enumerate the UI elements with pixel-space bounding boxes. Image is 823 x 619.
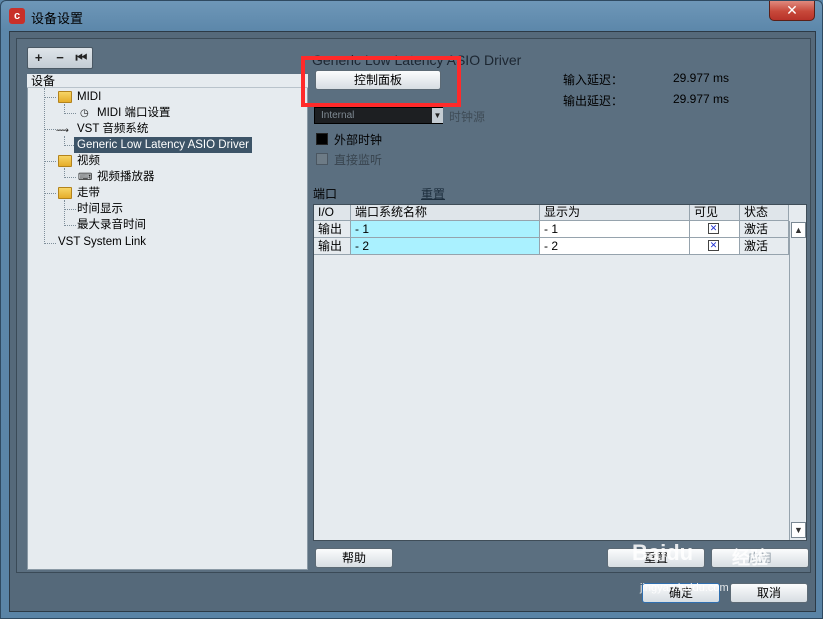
tree-toolbar: + − ⏮ [27, 47, 93, 69]
column-header-status[interactable]: 状态 [740, 205, 789, 221]
tree-connector [64, 209, 76, 210]
remove-device-button[interactable]: − [49, 48, 70, 68]
ports-label: 端口 [313, 187, 338, 201]
title-bar[interactable]: c 设备设置 ✕ [1, 1, 823, 31]
tree-connector [44, 129, 56, 130]
column-header-system-name[interactable]: 端口系统名称 [351, 205, 540, 221]
main-panel: + − ⏮ 设备 MIDI ◷ MIDI 端口设置 ⟿ VST 音频系统 Gen… [16, 38, 811, 573]
reset-device-button[interactable]: ⏮ [71, 48, 92, 68]
add-device-button[interactable]: + [28, 48, 49, 68]
scroll-up-icon[interactable]: ▲ [791, 222, 806, 238]
window-title: 设备设置 [31, 11, 84, 26]
dialog-body: + − ⏮ 设备 MIDI ◷ MIDI 端口设置 ⟿ VST 音频系统 Gen… [9, 31, 816, 612]
close-button[interactable]: ✕ [769, 1, 815, 21]
tree-item-video-player[interactable]: 视频播放器 [97, 169, 155, 185]
tree-connector [64, 200, 65, 226]
visible-checkbox[interactable]: ✕ [708, 240, 719, 251]
tree-item-asio-driver[interactable]: Generic Low Latency ASIO Driver [74, 137, 252, 153]
clock-source-select[interactable]: Internal [314, 107, 443, 124]
visible-checkbox[interactable]: ✕ [708, 223, 719, 234]
table-cell-io: 输出 [314, 238, 351, 255]
table-cell-status: 激活 [740, 221, 789, 238]
tree-item-midi-port-setup[interactable]: MIDI 端口设置 [97, 105, 170, 121]
highlight-box [301, 56, 461, 107]
output-latency-value: 29.977 ms [673, 92, 730, 106]
tree-item-vst-audio-system[interactable]: VST 音频系统 [77, 121, 148, 137]
app-icon: c [9, 8, 25, 24]
table-cell-status: 激活 [740, 238, 789, 255]
tree-item-video[interactable]: 视频 [77, 153, 100, 169]
direct-monitor-checkbox[interactable] [316, 153, 328, 165]
audio-wave-icon: ⟿ [56, 125, 69, 135]
input-latency-label: 输入延迟： [563, 73, 624, 87]
table-cell-visible: ✕ [690, 238, 740, 255]
dialog-window: c 设备设置 ✕ + − ⏮ 设备 MIDI ◷ MIDI 端口设置 ⟿ VST… [0, 0, 823, 619]
folder-icon [58, 155, 72, 167]
device-tree: MIDI ◷ MIDI 端口设置 ⟿ VST 音频系统 Generic Low … [27, 88, 308, 570]
tree-item-vst-system-link[interactable]: VST System Link [58, 234, 146, 250]
column-header-visible[interactable]: 可见 [690, 205, 740, 221]
video-player-icon: ⌨ [78, 172, 93, 183]
tree-connector [44, 161, 56, 162]
help-button[interactable]: 帮助 [315, 548, 393, 568]
tree-connector [44, 193, 56, 194]
folder-icon [58, 187, 72, 199]
cancel-button[interactable]: 取消 [730, 583, 808, 603]
tree-connector [44, 243, 56, 244]
tree-connector [44, 88, 45, 244]
external-clock-label: 外部时钟 [334, 133, 383, 147]
baidu-watermark-logo: Baidu [632, 540, 694, 565]
tree-connector [64, 113, 76, 114]
scroll-down-icon[interactable]: ▼ [791, 522, 806, 538]
tree-item-transport[interactable]: 走带 [77, 185, 100, 201]
tree-connector [64, 225, 76, 226]
column-header-display-as[interactable]: 显示为 [540, 205, 690, 221]
baidu-watermark-url: jingyan.baidu.com [640, 582, 729, 594]
table-cell-system-name: - 1 [351, 221, 540, 238]
midi-port-icon: ◷ [80, 108, 89, 119]
tree-connector [44, 97, 56, 98]
table-cell-display-as[interactable]: - 2 [540, 238, 690, 255]
tree-item-midi[interactable]: MIDI [77, 89, 101, 105]
clock-source-label: 时钟源 [449, 110, 486, 124]
tree-item-max-record-time[interactable]: 最大录音时间 [77, 217, 146, 233]
chevron-down-icon[interactable]: ▼ [432, 108, 443, 123]
device-tree-header: 设备 [27, 74, 308, 88]
input-latency-value: 29.977 ms [673, 71, 730, 85]
baidu-watermark-text: 经验 [732, 548, 768, 568]
table-cell-visible: ✕ [690, 221, 740, 238]
tree-connector [64, 177, 76, 178]
direct-monitor-label: 直接监听 [334, 153, 383, 167]
ports-table: I/O 端口系统名称 显示为 可见 状态 输出 - 1 - 1 ✕ 激活 输出 … [313, 204, 807, 541]
external-clock-checkbox[interactable] [316, 133, 328, 145]
column-header-io[interactable]: I/O [314, 205, 351, 221]
ports-reset-link[interactable]: 重置 [421, 185, 445, 202]
folder-icon [58, 91, 72, 103]
tree-item-time-display[interactable]: 时间显示 [77, 201, 123, 217]
output-latency-label: 输出延迟： [563, 94, 624, 108]
table-scrollbar[interactable]: ▲ ▼ [789, 221, 806, 540]
table-cell-display-as[interactable]: - 1 [540, 221, 690, 238]
table-cell-io: 输出 [314, 221, 351, 238]
table-cell-system-name: - 2 [351, 238, 540, 255]
